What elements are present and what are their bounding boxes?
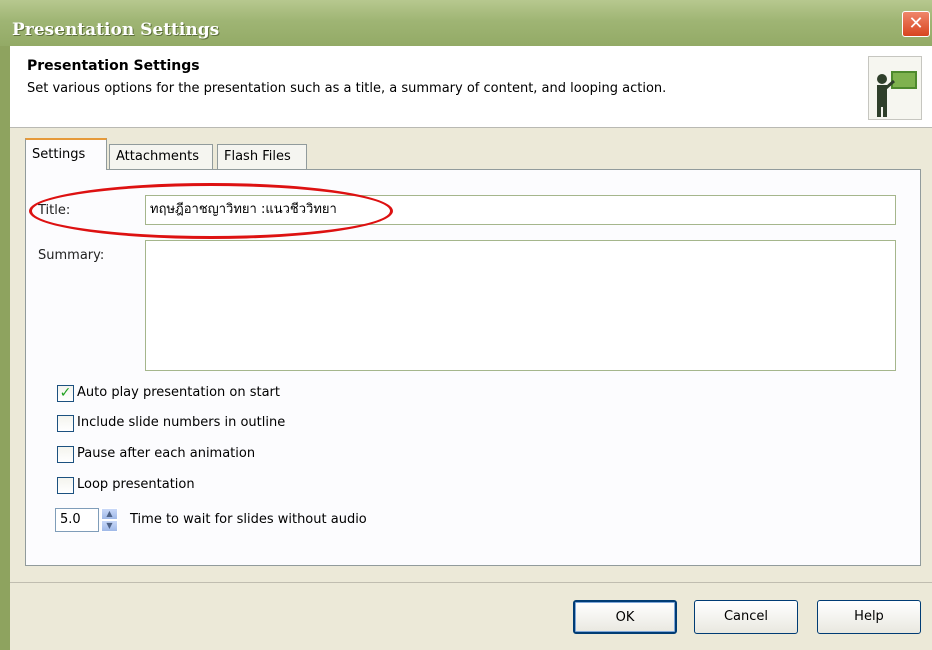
spin-up-icon[interactable]: ▲ [101, 508, 118, 520]
presenter-icon [868, 56, 922, 120]
checkmark-icon: ✓ [59, 385, 72, 401]
slide-numbers-checkbox[interactable] [57, 415, 74, 432]
ok-button[interactable]: OK [573, 600, 677, 634]
auto-play-checkbox[interactable]: ✓ [57, 385, 74, 402]
summary-textarea[interactable] [145, 240, 896, 371]
summary-label: Summary: [38, 248, 105, 263]
loop-checkbox[interactable] [57, 477, 74, 494]
title-bar[interactable]: Presentation Settings ✕ [0, 0, 932, 46]
close-icon[interactable]: ✕ [908, 13, 923, 34]
close-button[interactable]: ✕ [902, 11, 930, 37]
tab-flash-files[interactable]: Flash Files [217, 144, 307, 169]
header-title: Presentation Settings [27, 58, 200, 74]
wait-time-spinner[interactable]: ▲ ▼ [101, 508, 118, 532]
tab-attachments[interactable]: Attachments [109, 144, 213, 169]
pause-animation-label: Pause after each animation [77, 446, 256, 461]
annotation-oval [29, 183, 393, 239]
auto-play-label: Auto play presentation on start [77, 385, 280, 400]
spin-down-icon[interactable]: ▼ [101, 520, 118, 532]
dialog-header: Presentation Settings Set various option… [10, 46, 932, 128]
tab-settings[interactable]: Settings [25, 138, 107, 170]
loop-label: Loop presentation [77, 477, 195, 492]
header-description: Set various options for the presentation… [27, 81, 667, 96]
pause-animation-checkbox[interactable] [57, 446, 74, 463]
help-button[interactable]: Help [817, 600, 921, 634]
cancel-button[interactable]: Cancel [694, 600, 798, 634]
footer-separator [10, 582, 932, 583]
wait-time-label: Time to wait for slides without audio [130, 512, 367, 527]
window-title: Presentation Settings [12, 20, 220, 40]
slide-numbers-label: Include slide numbers in outline [77, 415, 286, 430]
wait-time-input[interactable]: 5.0 [55, 508, 99, 532]
window-left-border [0, 0, 10, 650]
